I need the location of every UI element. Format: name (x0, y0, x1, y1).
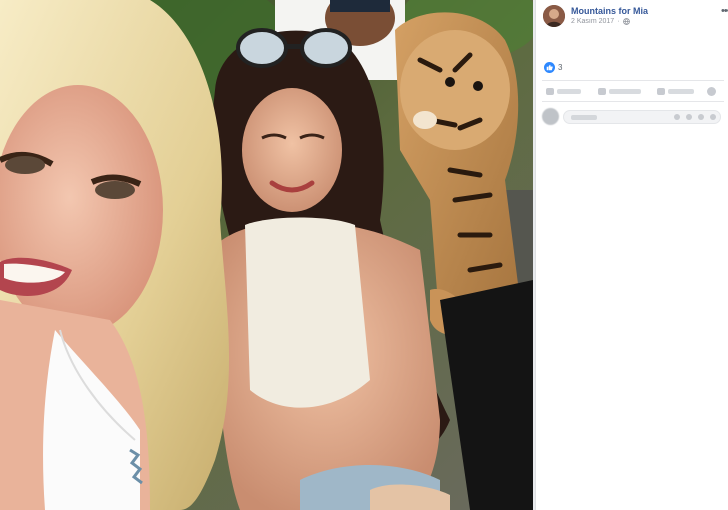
divider-top (542, 80, 724, 81)
audience-icon (707, 86, 716, 96)
action-bar (544, 85, 726, 99)
post-photo[interactable] (0, 0, 533, 510)
photo-image (0, 0, 533, 510)
post-sidebar: Mountains for Mia 2 Kasım 2017 · ••• 3 (535, 0, 728, 510)
avatar-image (543, 5, 565, 27)
ellipsis-icon[interactable]: ••• (721, 5, 728, 17)
like-label-blurred (557, 88, 581, 94)
post-date[interactable]: 2 Kasım 2017 (571, 18, 614, 25)
globe-icon (622, 18, 630, 25)
reaction-summary[interactable]: 3 (544, 62, 562, 73)
audience-button[interactable] (707, 86, 716, 96)
share-action-icon (657, 87, 665, 95)
comment-label-blurred (609, 88, 641, 94)
comment-action-icon (598, 87, 606, 95)
page-avatar[interactable] (543, 5, 565, 27)
gif-icon[interactable] (698, 114, 704, 120)
meta-separator: · (617, 18, 620, 25)
comment-placeholder-blurred (571, 115, 597, 120)
comment-composer (542, 108, 724, 126)
page-name-link[interactable]: Mountains for Mia (571, 6, 648, 16)
comment-input[interactable] (563, 110, 721, 124)
commenter-avatar (542, 108, 559, 125)
like-button[interactable] (546, 87, 581, 95)
share-button[interactable] (657, 87, 694, 95)
share-label-blurred (668, 88, 694, 94)
post-header: Mountains for Mia 2 Kasım 2017 · ••• (543, 5, 728, 31)
sticker-icon[interactable] (710, 114, 716, 120)
reaction-count: 3 (558, 63, 563, 72)
post-meta: 2 Kasım 2017 · (571, 18, 630, 25)
like-icon (544, 62, 555, 73)
camera-icon[interactable] (686, 114, 692, 120)
divider-bottom (542, 101, 724, 102)
like-action-icon (546, 87, 554, 95)
comment-button[interactable] (598, 87, 641, 95)
emoji-icon[interactable] (674, 114, 680, 120)
